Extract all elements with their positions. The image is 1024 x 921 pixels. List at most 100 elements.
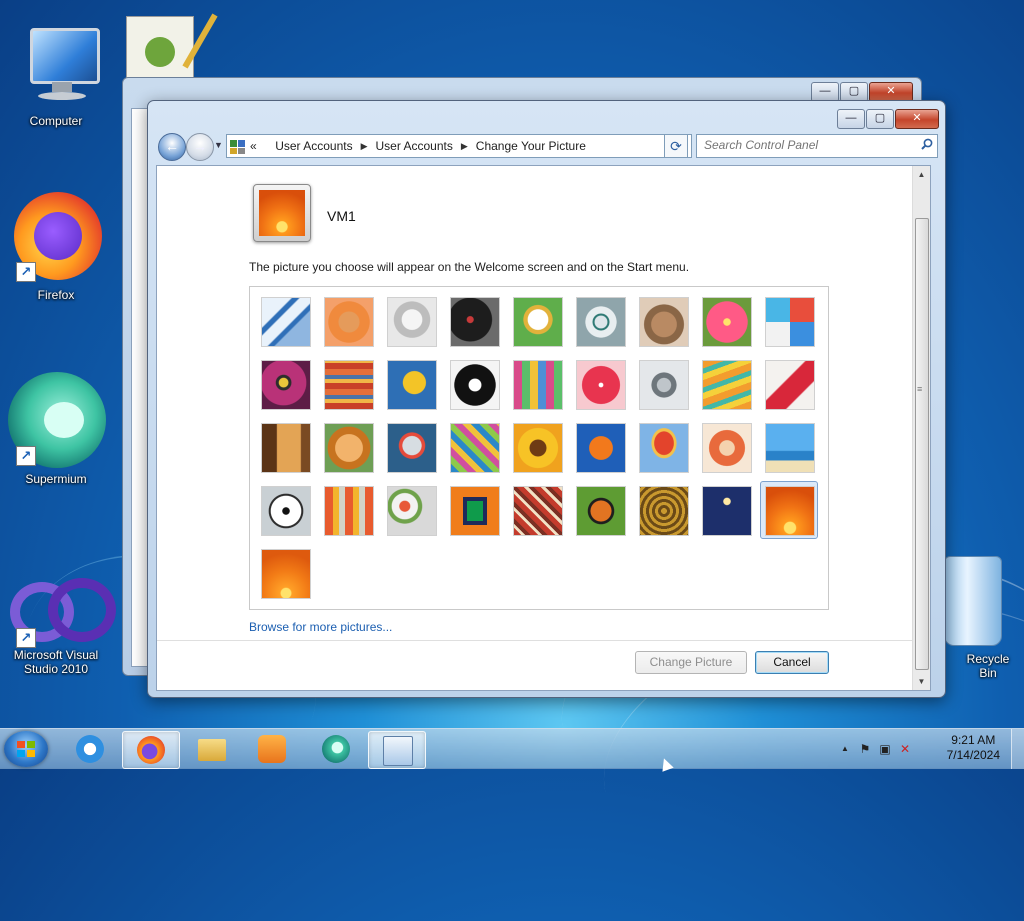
picture-fish[interactable]: [576, 423, 626, 473]
taskbar-media-player[interactable]: [244, 731, 300, 767]
clock-time: 9:21 AM: [951, 733, 996, 747]
picture-butterfly[interactable]: [576, 486, 626, 536]
change-picture-button[interactable]: Change Picture: [635, 651, 747, 674]
shortcut-arrow-icon: ↗: [16, 446, 36, 466]
picture-crayons[interactable]: [513, 360, 563, 410]
breadcrumb-item-user-accounts[interactable]: User Accounts: [275, 139, 352, 153]
taskbar: ▲ ⚑ ▣ ✕ 9:21 AM 7/14/2024: [0, 728, 1024, 769]
picture-toy-robot[interactable]: [387, 423, 437, 473]
desktop-icon-label: Firefox: [37, 288, 75, 302]
system-tray: ▲ ⚑ ▣ ✕ 9:21 AM 7/14/2024: [834, 729, 1024, 769]
supermium-icon: [322, 735, 350, 763]
desktop-icon-label: Supermium: [25, 472, 87, 486]
picture-soccer-ball[interactable]: [261, 486, 311, 536]
picture-lighthouse[interactable]: [702, 486, 752, 536]
picture-weave[interactable]: [639, 486, 689, 536]
picture-leaf[interactable]: [387, 360, 437, 410]
desktop-icon-label: Recycle Bin: [966, 652, 1010, 680]
visual-studio-icon: ↗: [8, 560, 116, 650]
picture-robot-dog[interactable]: [387, 297, 437, 347]
minimize-button[interactable]: —: [811, 82, 839, 102]
firefox-icon: ↗: [8, 188, 104, 284]
picture-stairs[interactable]: [702, 360, 752, 410]
taskbar-explorer[interactable]: [184, 731, 240, 767]
desktop-icon-supermium[interactable]: ↗ Supermium: [8, 372, 106, 486]
picture-star-ornament[interactable]: [576, 360, 626, 410]
recent-pages-dropdown-icon[interactable]: ▼: [214, 140, 223, 150]
firefox-icon: [137, 736, 165, 764]
user-picture-tile: [253, 184, 311, 242]
maximize-button[interactable]: ▢: [866, 109, 894, 129]
taskbar-control-panel[interactable]: [368, 731, 426, 769]
picture-kitten[interactable]: [639, 297, 689, 347]
address-bar[interactable]: « User Accounts ▶ User Accounts ▶ Change…: [226, 134, 692, 158]
breadcrumb-separator-icon[interactable]: ▶: [461, 141, 468, 152]
scrollbar-thumb[interactable]: [915, 218, 929, 670]
picture-striped-fabric[interactable]: [324, 486, 374, 536]
picture-jacks[interactable]: [639, 360, 689, 410]
picture-fabric[interactable]: [324, 360, 374, 410]
back-button[interactable]: ←: [158, 133, 186, 161]
start-button[interactable]: [4, 731, 48, 767]
picture-paper-crane[interactable]: [765, 360, 815, 410]
desktop-icon-computer[interactable]: Computer: [8, 20, 104, 128]
refresh-button[interactable]: ⟳: [664, 134, 688, 158]
vertical-scrollbar[interactable]: ▲ ≡ ▼: [912, 166, 930, 690]
browse-pictures-link[interactable]: Browse for more pictures...: [249, 620, 392, 634]
maximize-button[interactable]: ▢: [840, 82, 868, 102]
network-icon[interactable]: ▣: [878, 742, 892, 756]
control-panel-icon: [383, 736, 413, 766]
minimize-button[interactable]: —: [837, 109, 865, 129]
show-desktop-button[interactable]: [1011, 729, 1024, 769]
picture-dog[interactable]: [450, 360, 500, 410]
volume-muted-icon[interactable]: ✕: [898, 742, 912, 756]
picture-orange-flower-alt[interactable]: [261, 549, 311, 599]
scroll-down-icon[interactable]: ▼: [913, 673, 930, 690]
media-player-icon: [258, 735, 286, 763]
picture-starfish[interactable]: [324, 297, 374, 347]
breadcrumb-separator-icon[interactable]: ▶: [361, 141, 368, 152]
picture-hot-air-balloon[interactable]: [639, 423, 689, 473]
breadcrumb: « User Accounts ▶ User Accounts ▶ Change…: [250, 139, 586, 153]
picture-orange-flower[interactable]: [765, 486, 815, 536]
breadcrumb-item-change-picture[interactable]: Change Your Picture: [476, 139, 586, 153]
taskbar-supermium[interactable]: [308, 731, 364, 767]
internet-explorer-icon: [76, 735, 104, 763]
desktop-icon-firefox[interactable]: ↗ Firefox: [8, 188, 104, 302]
cancel-button[interactable]: Cancel: [755, 651, 829, 674]
picture-guitar[interactable]: [261, 423, 311, 473]
picture-doll[interactable]: [702, 423, 752, 473]
forward-button[interactable]: →: [186, 133, 214, 161]
picture-turntable[interactable]: [450, 297, 500, 347]
close-button[interactable]: ✕: [869, 82, 913, 102]
picture-roller-coaster[interactable]: [261, 297, 311, 347]
picture-pinwheel[interactable]: [765, 297, 815, 347]
picture-lucky-cat[interactable]: [513, 297, 563, 347]
action-center-flag-icon[interactable]: ⚑: [858, 742, 872, 756]
picture-scarf[interactable]: [450, 423, 500, 473]
clock[interactable]: 9:21 AM 7/14/2024: [947, 733, 1000, 763]
breadcrumb-item-user-accounts-2[interactable]: User Accounts: [376, 139, 453, 153]
picture-sunflower[interactable]: [513, 423, 563, 473]
notepad-icon[interactable]: [126, 13, 218, 80]
show-hidden-icons-button[interactable]: ▲: [838, 742, 852, 756]
picture-marbles[interactable]: [387, 486, 437, 536]
taskbar-firefox[interactable]: [122, 731, 180, 769]
breadcrumb-overflow[interactable]: «: [250, 139, 257, 153]
picture-pattern[interactable]: [513, 486, 563, 536]
close-button[interactable]: ✕: [895, 109, 939, 129]
picture-window[interactable]: [450, 486, 500, 536]
desktop-icon-visual-studio[interactable]: ↗ Microsoft Visual Studio 2010: [8, 560, 116, 676]
change-picture-window[interactable]: — ▢ ✕ ← → ▼ « User Accounts ▶ User Accou…: [147, 100, 946, 698]
search-box[interactable]: [696, 134, 938, 158]
picture-puppy[interactable]: [324, 423, 374, 473]
clock-date: 7/14/2024: [946, 748, 1000, 762]
picture-sailboat[interactable]: [765, 423, 815, 473]
picture-ball[interactable]: [261, 360, 311, 410]
scroll-up-icon[interactable]: ▲: [913, 166, 930, 183]
search-icon[interactable]: [921, 138, 933, 150]
picture-pink-flower[interactable]: [702, 297, 752, 347]
taskbar-internet-explorer[interactable]: [62, 731, 118, 767]
search-input[interactable]: [697, 135, 914, 155]
picture-gyroscope[interactable]: [576, 297, 626, 347]
